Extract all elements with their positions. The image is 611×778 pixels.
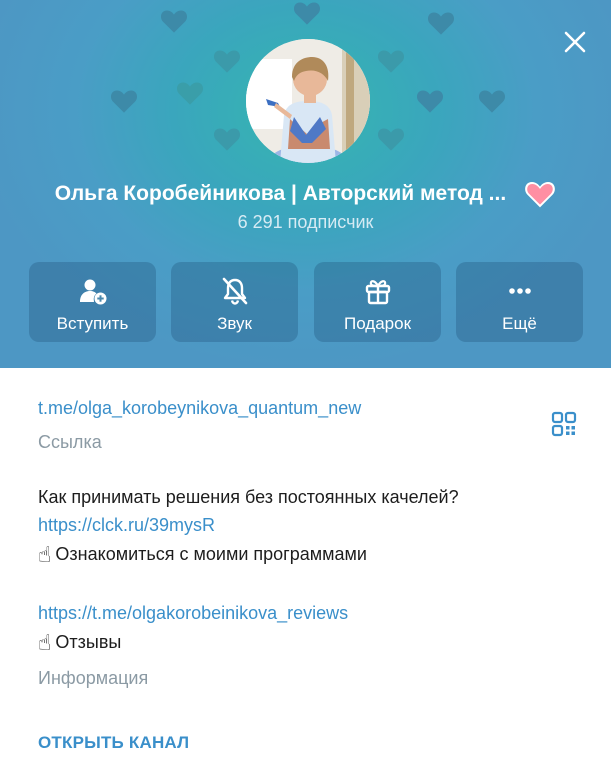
heart-icon <box>110 90 138 113</box>
sound-label: Звук <box>217 314 252 333</box>
pointing-up-emoji-icon: ☝ <box>38 542 52 567</box>
more-label: Ещё <box>502 314 537 333</box>
subscriber-count: 6 291 подписчик <box>237 212 374 232</box>
more-dots-icon <box>508 288 531 294</box>
heart-icon <box>416 90 444 113</box>
channel-header: Ольга Коробейникова | Авторский метод ..… <box>0 0 611 368</box>
join-label: Вступить <box>56 314 129 333</box>
channel-link[interactable]: t.me/olga_korobeynikova_quantum_new <box>38 398 361 419</box>
link-caption: Ссылка <box>38 432 102 452</box>
sound-button[interactable]: Звук <box>171 262 298 342</box>
join-button[interactable]: Вступить <box>29 262 156 342</box>
description-line-2-text: Ознакомиться с моими программами <box>55 544 367 564</box>
description-line-2: ☝ Ознакомиться с моими программами <box>38 542 367 568</box>
heart-icon <box>160 10 188 33</box>
heart-icon <box>427 12 455 35</box>
channel-title-row: Ольга Коробейникова | Авторский метод ..… <box>0 174 611 214</box>
close-icon[interactable] <box>561 28 589 56</box>
description-link-1[interactable]: https://clck.ru/39mysR <box>38 515 215 536</box>
gift-icon <box>365 280 390 305</box>
add-user-icon <box>79 279 106 305</box>
description-line-3-text: Отзывы <box>55 632 122 652</box>
bell-muted-icon <box>222 277 247 305</box>
action-bar: Вступить Звук Подарок Ещё <box>29 262 583 342</box>
gift-button[interactable]: Подарок <box>314 262 441 342</box>
channel-avatar[interactable] <box>246 39 370 163</box>
channel-info-window: Ольга Коробейникова | Авторский метод ..… <box>0 0 611 778</box>
heart-icon <box>377 50 405 73</box>
heart-icon <box>293 2 321 25</box>
heart-icon <box>213 128 241 151</box>
heart-icon <box>213 50 241 73</box>
heart-icon <box>176 82 204 105</box>
pointing-up-emoji-icon: ☝ <box>38 630 52 655</box>
description-line-3: ☝ Отзывы <box>38 630 121 656</box>
avatar-photo <box>246 39 370 163</box>
qr-code-icon[interactable] <box>551 411 577 437</box>
more-button[interactable]: Ещё <box>456 262 583 342</box>
heart-icon <box>478 90 506 113</box>
channel-title: Ольга Коробейникова | Авторский метод ..… <box>54 182 507 205</box>
heart-emoji-icon <box>525 182 556 208</box>
gift-label: Подарок <box>343 314 412 333</box>
description-link-2[interactable]: https://t.me/olgakorobeinikova_reviews <box>38 603 348 624</box>
info-caption: Информация <box>38 668 149 688</box>
heart-icon <box>377 128 405 151</box>
description-line-1: Как принимать решения без постоянных кач… <box>38 487 459 507</box>
open-channel-button[interactable]: ОТКРЫТЬ КАНАЛ <box>38 733 189 753</box>
